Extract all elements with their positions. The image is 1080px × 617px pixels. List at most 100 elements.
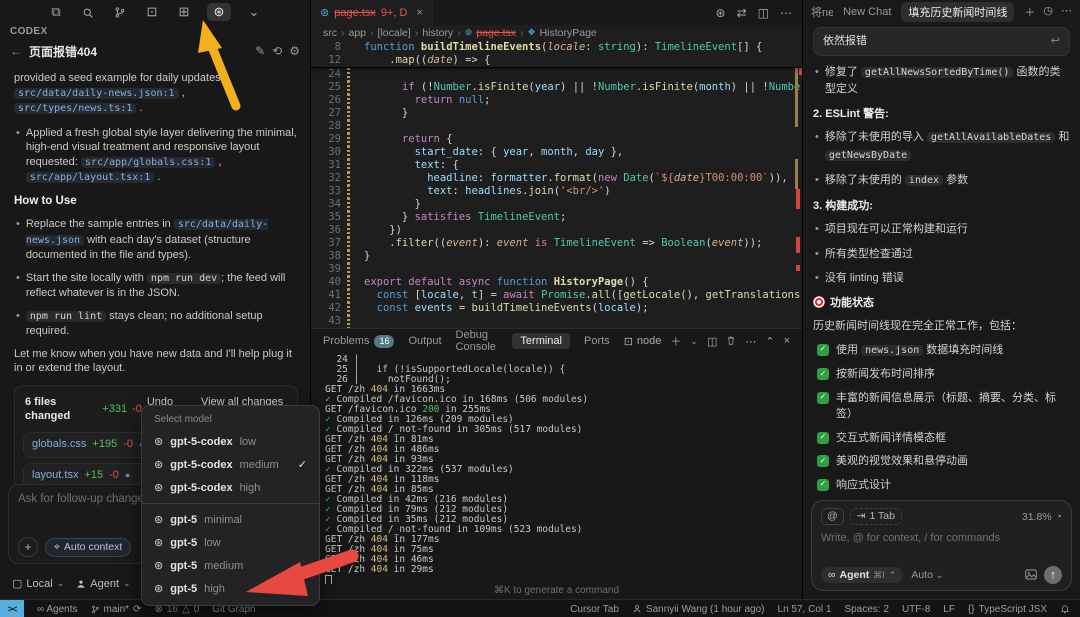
check-icon: ✓ (817, 455, 829, 467)
gear-icon[interactable]: ⚙ (289, 44, 300, 58)
list-item: •Replace the sample entries in src/data/… (16, 217, 298, 263)
tab-output[interactable]: Output (408, 335, 441, 347)
feature-check-item: ✓按新闻发布时间排序 (817, 366, 1070, 383)
tab-problems[interactable]: Problems16 (323, 335, 394, 348)
grid-icon[interactable]: ⊞ (175, 4, 193, 20)
code-line: 37 .filter((event): event is TimelineEve… (311, 237, 802, 250)
unsaved-dot-icon: ● (125, 468, 130, 483)
eslint-heading: 2. ESLint 警告: (813, 106, 1070, 123)
source-control-icon[interactable] (111, 5, 129, 20)
local-selector[interactable]: ▢Local⌄ (12, 577, 64, 590)
model-option[interactable]: ⊛gpt-5low (142, 531, 319, 554)
chat-history-icon[interactable]: ◷ (1043, 4, 1053, 20)
kill-terminal-icon[interactable] (726, 335, 736, 347)
chat-tab-new[interactable]: New Chat (843, 6, 891, 18)
cursor-chat-panel: 将news.json数据写 New Chat 填充历史新闻时间线 ＋ ◷ ⋯ 依… (803, 0, 1080, 599)
notifications-bell-icon[interactable] (1060, 604, 1070, 615)
close-panel-icon[interactable]: × (784, 335, 790, 347)
tab-problem-badge: 9+, D (381, 7, 408, 19)
check-icon: ✓ (298, 458, 307, 471)
openai-codex-icon[interactable]: ⊛ (207, 3, 231, 21)
history-icon[interactable]: ⟲ (272, 44, 282, 58)
chat-input-placeholder: Write, @ for context, / for commands (821, 532, 1062, 544)
code-line: 42 const events = buildTimelineEvents(lo… (311, 302, 802, 315)
maximize-panel-icon[interactable]: ⌃ (765, 335, 774, 348)
chat-more-icon[interactable]: ⋯ (1061, 4, 1072, 20)
tab-context-chip[interactable]: ⇥1 Tab (850, 508, 902, 525)
chat-tab-row: 将news.json数据写 New Chat 填充历史新闻时间线 ＋ ◷ ⋯ (803, 0, 1080, 23)
new-chat-icon[interactable]: ＋ (1024, 4, 1035, 20)
list-item: •修复了 getAllNewsSortedByTime() 函数的类型定义 (815, 64, 1070, 98)
openai-icon: ⊛ (154, 536, 163, 549)
chevron-down-icon[interactable]: ⌄ (245, 4, 263, 20)
agents-status-item[interactable]: ∞ Agents (37, 604, 78, 615)
codex-editor-action-icon[interactable]: ⊛ (716, 6, 726, 20)
back-icon[interactable]: ← (10, 44, 22, 58)
edit-icon[interactable]: ✎ (255, 44, 265, 58)
agent-mode-selector[interactable]: ∞Agent⌘I⌃ (821, 567, 903, 583)
cursor-tab-status[interactable]: Cursor Tab (570, 604, 619, 615)
mention-context-button[interactable]: @ (821, 508, 844, 525)
code-line: 41 const [locale, t] = await Promise.all… (311, 289, 802, 302)
feature-check-item: ✓丰富的新闻信息展示（标题、摘要、分类、标签） (817, 390, 1070, 423)
check-icon: ✓ (817, 344, 829, 356)
auto-context-pill[interactable]: ⌖Auto context (45, 538, 131, 557)
model-option[interactable]: ⊛gpt-5-codexmedium✓ (142, 453, 319, 476)
terminal-dropdown-icon[interactable]: ⌄ (690, 336, 698, 347)
terminal-shell-selector[interactable]: ⊡node (624, 335, 662, 348)
git-branch-item[interactable]: main*⟳ (91, 604, 142, 615)
blame-author-item[interactable]: Sannyii Wang (1 hour ago) (632, 604, 765, 615)
more-panel-actions-icon[interactable]: ⋯ (745, 335, 756, 348)
language-mode-item[interactable]: {}TypeScript JSX (968, 604, 1047, 615)
list-item: •项目现在可以正常构建和运行 (815, 221, 1070, 238)
model-auto-selector[interactable]: Auto ⌄ (911, 569, 943, 581)
code-editor[interactable]: 8function buildTimelineEvents(locale: st… (311, 41, 802, 328)
agent-selector[interactable]: Agent⌄ (76, 578, 130, 590)
remote-window-button[interactable]: >< (0, 600, 24, 617)
editor-column: ⊛ page.tsx 9+, D × ⊛ ⇄ ◫ ⋯ src› app› [lo… (311, 0, 803, 599)
image-attach-icon[interactable] (1025, 569, 1037, 581)
code-line: 25 if (!Number.isFinite(year) || !Number… (311, 81, 802, 94)
more-actions-icon[interactable]: ⋯ (780, 6, 792, 20)
search-icon[interactable] (79, 5, 97, 20)
terminal-output[interactable]: 24 | 25 | if (!isSupportedLocale(locale)… (311, 353, 802, 584)
tab-debug-console[interactable]: Debug Console (456, 329, 499, 353)
openai-icon: ⊛ (154, 513, 163, 526)
close-tab-icon[interactable]: × (416, 7, 422, 19)
tab-icon: ⇥ (857, 509, 866, 524)
split-editor-icon[interactable]: ◫ (758, 6, 769, 20)
tab-ports[interactable]: Ports (584, 335, 610, 347)
tab-terminal[interactable]: Terminal (512, 333, 570, 349)
split-terminal-icon[interactable]: ◫ (707, 335, 717, 348)
eol-item[interactable]: LF (943, 604, 955, 615)
eslint-bullets: •移除了未使用的导入 getAllAvailableDates 和 getNew… (813, 129, 1070, 190)
code-lines: 2425 if (!Number.isFinite(year) || !Numb… (311, 68, 802, 328)
cursor-position-item[interactable]: Ln 57, Col 1 (778, 604, 832, 615)
chat-input-card[interactable]: @ ⇥1 Tab 31.8%◔ Write, @ for context, / … (811, 500, 1072, 591)
model-dropdown: Select model ⊛gpt-5-codexlow⊛gpt-5-codex… (141, 405, 320, 606)
model-option[interactable]: ⊛gpt-5-codexhigh (142, 476, 319, 499)
open-changes-icon[interactable]: ⇄ (737, 6, 747, 20)
editor-tab-page-tsx[interactable]: ⊛ page.tsx 9+, D × (311, 0, 433, 25)
list-item: •npm run lint stays clean; no additional… (16, 309, 298, 339)
encoding-item[interactable]: UTF-8 (902, 604, 930, 615)
model-option[interactable]: ⊛gpt-5medium (142, 554, 319, 577)
send-message-button[interactable]: ↑ (1044, 566, 1062, 584)
chat-tab-1[interactable]: 将news.json数据写 (811, 4, 833, 20)
add-attachment-button[interactable]: + (18, 537, 38, 557)
copy-pages-icon[interactable]: ⧉ (47, 4, 65, 20)
codex-box-icon[interactable]: ⊡ (143, 4, 161, 20)
new-terminal-icon[interactable]: ＋ (670, 333, 681, 349)
dart-icon (813, 296, 825, 308)
restore-checkpoint-icon[interactable]: ↩ (1051, 33, 1060, 50)
openai-icon: ⊛ (154, 458, 163, 471)
indentation-item[interactable]: Spaces: 2 (844, 604, 888, 615)
chat-tab-active[interactable]: 填充历史新闻时间线 (901, 2, 1014, 22)
model-option[interactable]: ⊛gpt-5high (142, 577, 319, 600)
model-option[interactable]: ⊛gpt-5-codexlow (142, 430, 319, 453)
howto-bullets: •Replace the sample entries in src/data/… (14, 217, 298, 339)
list-item: •Applied a fresh global style layer deli… (16, 126, 298, 186)
react-file-icon: ⊛ (465, 27, 473, 38)
breadcrumb[interactable]: src› app› [locale]› history› ⊛ page.tsx›… (311, 25, 802, 41)
model-option[interactable]: ⊛gpt-5minimal (142, 508, 319, 531)
